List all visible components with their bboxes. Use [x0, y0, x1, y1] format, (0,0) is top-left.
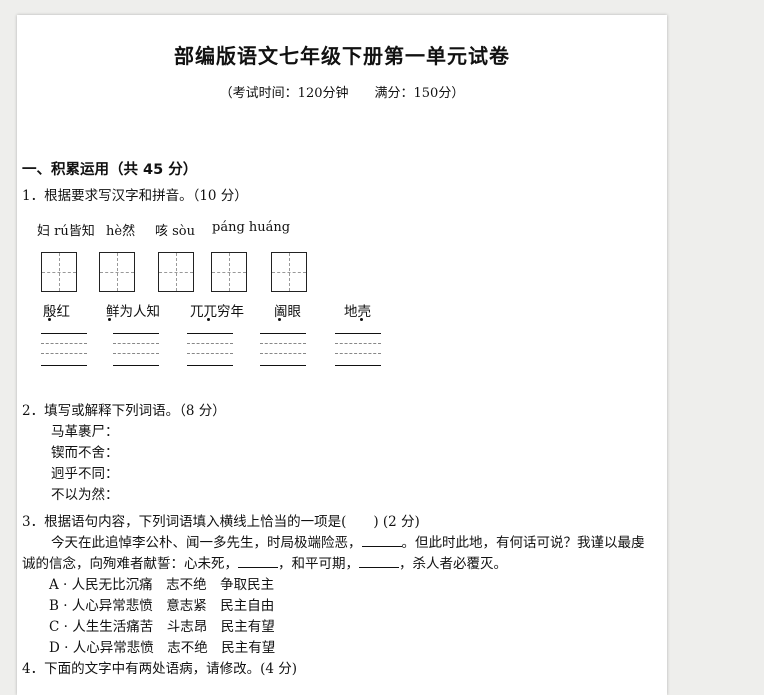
option-a: A · 人民无比沉痛 志不绝 争取民主	[49, 577, 275, 593]
pinyin-lines[interactable]	[260, 333, 306, 369]
question-1: 1．根据要求写汉字和拼音。（10 分）	[22, 188, 248, 204]
word-item: 殷红	[43, 304, 70, 320]
pinyin-item: 妇 rú皆知	[37, 224, 95, 239]
pinyin-lines[interactable]	[41, 333, 87, 369]
pinyin-lines[interactable]	[335, 333, 381, 369]
option-b: B · 人心异常悲愤 意志紧 民主自由	[49, 598, 275, 614]
emphasis-dot	[48, 318, 51, 321]
emphasis-dot	[360, 318, 363, 321]
emphasis-dot	[278, 318, 281, 321]
exam-info: （考试时间：120分钟 满分：150分）	[17, 82, 667, 101]
exam-time: （考试时间：120分钟	[219, 86, 349, 101]
answer-blank[interactable]	[238, 555, 278, 568]
term-item: 锲而不舍：	[51, 445, 119, 461]
passage-line: 今天在此追悼李公朴、闻一多先生，时局极端险恶， 。但此时此地，有何话可说？我谨以最…	[51, 534, 645, 551]
word-item: 地壳	[344, 304, 371, 320]
pinyin-lines[interactable]	[187, 333, 233, 369]
answer-blank[interactable]	[359, 555, 399, 568]
term-item: 迥乎不同：	[51, 466, 119, 482]
word-item: 兀兀穷年	[190, 304, 244, 320]
exam-page: 部编版语文七年级下册第一单元试卷 （考试时间：120分钟 满分：150分） 一、积…	[17, 15, 667, 695]
emphasis-dot	[207, 318, 210, 321]
question-4: 4．下面的文字中有两处语病，请修改。(4 分)	[22, 661, 298, 677]
writing-box[interactable]	[99, 252, 135, 292]
term-item: 马革裹尸：	[51, 424, 119, 440]
option-d: D · 人心异常悲愤 志不绝 民主有望	[49, 640, 276, 656]
pinyin-item: hè然	[106, 224, 136, 239]
pinyin-item: páng huáng	[212, 220, 291, 235]
answer-blank[interactable]	[361, 534, 402, 547]
writing-box[interactable]	[211, 252, 247, 292]
section-heading: 一、积累运用（共 45 分）	[22, 162, 198, 178]
option-c: C · 人生生活痛苦 斗志昂 民主有望	[49, 619, 275, 635]
pinyin-lines[interactable]	[113, 333, 159, 369]
writing-box[interactable]	[271, 252, 307, 292]
passage-line: 诚的信念，向殉难者献誓：心未死， ，和平可期， ，杀人者必覆灭。	[22, 555, 507, 572]
word-item: 阖眼	[274, 304, 301, 320]
word-item: 鲜为人知	[106, 304, 160, 320]
exam-score: 满分：150分）	[374, 86, 465, 101]
question-2: 2．填写或解释下列词语。（8 分）	[22, 403, 226, 419]
emphasis-dot	[108, 318, 111, 321]
term-item: 不以为然：	[51, 487, 119, 503]
writing-box[interactable]	[158, 252, 194, 292]
pinyin-item: 咳 sòu	[155, 224, 196, 239]
question-3: 3．根据语句内容，下列词语填入横线上恰当的一项是( ) (2 分)	[22, 514, 420, 530]
writing-box[interactable]	[41, 252, 77, 292]
page-title: 部编版语文七年级下册第一单元试卷	[174, 44, 510, 68]
